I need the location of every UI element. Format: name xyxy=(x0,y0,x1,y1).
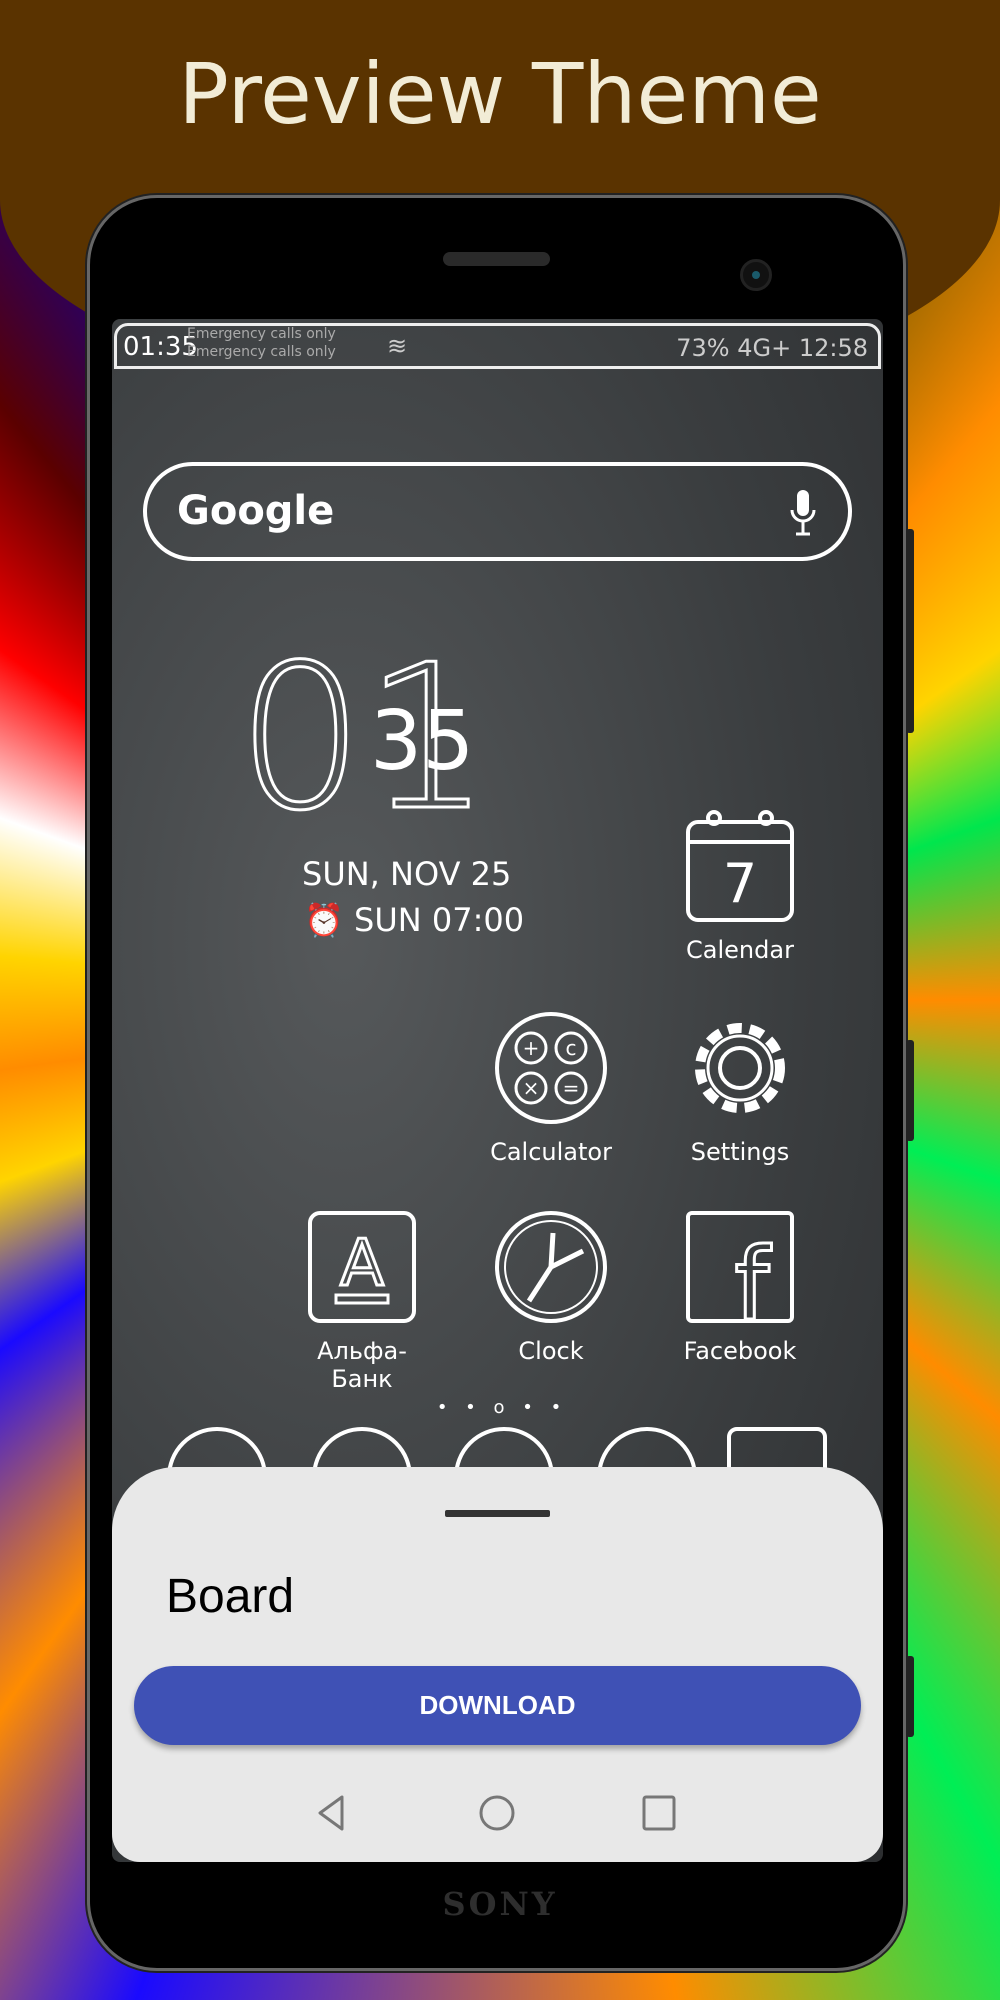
download-button[interactable]: DOWNLOAD xyxy=(134,1666,861,1745)
svg-text:×: × xyxy=(523,1076,540,1100)
app-calculator[interactable]: + c × = Calculator xyxy=(476,1008,626,1166)
clock-date: SUN, NOV 25 xyxy=(302,855,512,893)
power-button xyxy=(906,1040,914,1141)
carrier-text: Emergency calls only xyxy=(187,344,336,360)
drag-handle[interactable] xyxy=(445,1510,550,1517)
status-bar: 01:35 Emergency calls only Emergency cal… xyxy=(114,323,881,369)
calendar-icon: 7 xyxy=(686,810,794,922)
app-label: Альфа-Банк xyxy=(317,1337,407,1393)
svg-text:=: = xyxy=(563,1076,580,1100)
page-indicator[interactable]: • • o • • xyxy=(432,1397,572,1418)
back-icon[interactable] xyxy=(312,1793,352,1833)
app-label: Settings xyxy=(690,1138,790,1166)
volume-button xyxy=(906,529,914,733)
mic-icon[interactable] xyxy=(788,488,818,538)
page-title: Preview Theme xyxy=(178,45,822,143)
status-right: 73% 4G+ 12:58 xyxy=(676,334,868,362)
facebook-icon: f xyxy=(686,1211,794,1327)
clock-icon xyxy=(495,1211,607,1323)
app-label: Calendar xyxy=(686,936,794,964)
alarm-icon: ⏰ xyxy=(304,901,344,939)
app-label: Clock xyxy=(518,1337,584,1365)
camera-button xyxy=(906,1656,914,1737)
alfa-bank-icon: A xyxy=(308,1211,416,1323)
svg-text:A: A xyxy=(340,1227,384,1301)
svg-text:c: c xyxy=(566,1036,577,1060)
front-camera xyxy=(740,259,772,291)
gear-icon xyxy=(695,1023,785,1113)
next-alarm: ⏰ SUN 07:00 xyxy=(304,901,524,939)
google-search-bar[interactable]: Google xyxy=(143,462,852,561)
app-label: Calculator xyxy=(490,1138,612,1166)
wifi-icon: ≋ xyxy=(387,332,408,360)
google-logo: Google xyxy=(177,488,335,534)
alarm-text: SUN 07:00 xyxy=(354,901,525,939)
app-calendar[interactable]: 7 Calendar xyxy=(665,806,815,964)
svg-text:f: f xyxy=(734,1226,772,1327)
svg-text:7: 7 xyxy=(723,852,757,915)
bottom-sheet: Board DOWNLOAD xyxy=(112,1467,883,1862)
app-clock[interactable]: Clock xyxy=(476,1207,626,1365)
earpiece xyxy=(443,252,550,266)
app-facebook[interactable]: f Facebook xyxy=(665,1207,815,1365)
app-settings[interactable]: Settings xyxy=(665,1008,815,1166)
carrier-text: Emergency calls only xyxy=(187,326,336,342)
brand-logo: SONY xyxy=(442,1885,558,1923)
app-alfa-bank[interactable]: A Альфа-Банк xyxy=(287,1207,437,1393)
home-icon[interactable] xyxy=(477,1793,517,1833)
app-label: Facebook xyxy=(683,1337,797,1365)
svg-text:+: + xyxy=(523,1036,540,1060)
clock-minute: 35 xyxy=(370,694,475,789)
theme-name: Board xyxy=(166,1570,295,1623)
recents-icon[interactable] xyxy=(639,1793,679,1833)
calculator-icon: + c × = xyxy=(495,1012,607,1124)
